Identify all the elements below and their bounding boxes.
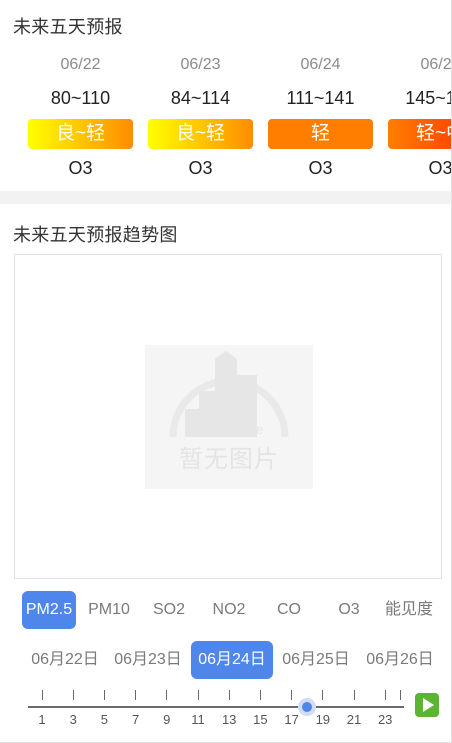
timeline-tick bbox=[353, 690, 355, 700]
timeline-hour-label: 7 bbox=[131, 712, 140, 727]
timeline-hour-label: 9 bbox=[163, 712, 171, 727]
forecast-level-badge: 轻 bbox=[268, 119, 373, 149]
forecast-aqi-range: 145~175 bbox=[405, 88, 451, 108]
trend-chart-area: No Picture 暂无图片 bbox=[14, 254, 442, 579]
forecast-primary-pollutant: O3 bbox=[308, 158, 333, 178]
tab-pm25[interactable]: PM2.5 bbox=[22, 591, 76, 629]
timeline-hour-label: 19 bbox=[315, 712, 331, 727]
play-icon bbox=[423, 698, 434, 712]
hour-timeline[interactable]: 1 3 5 7 9 11 13 15 17 19 21 23 bbox=[0, 690, 452, 740]
date-tab-0622[interactable]: 06月22日 bbox=[26, 641, 104, 679]
forecast-date: 06/25 bbox=[420, 56, 451, 73]
timeline-hour-label: 17 bbox=[284, 712, 299, 727]
tab-no2[interactable]: NO2 bbox=[202, 591, 256, 629]
forecast-strip: 06/22 80~110 良~轻 O3 06/23 84~114 良~轻 O3 … bbox=[0, 52, 451, 182]
tab-visibility[interactable]: 能见度 bbox=[380, 591, 438, 629]
timeline-tick bbox=[400, 690, 402, 700]
forecast-level-badge: 良~轻 bbox=[28, 119, 133, 149]
timeline-tick bbox=[228, 690, 230, 700]
no-picture-label-cn: 暂无图片 bbox=[179, 446, 279, 473]
timeline-hour-label: 15 bbox=[253, 712, 268, 727]
timeline-tick bbox=[322, 690, 324, 700]
forecast-date: 06/24 bbox=[300, 56, 341, 73]
timeline-tick bbox=[291, 690, 293, 700]
timeline-tick bbox=[259, 690, 261, 700]
timeline-tick bbox=[384, 690, 386, 700]
forecast-level-badge: 良~轻 bbox=[148, 119, 253, 149]
timeline-hour-label: 21 bbox=[346, 712, 362, 727]
forecast-aqi-range: 111~141 bbox=[286, 88, 355, 108]
tab-pm10[interactable]: PM10 bbox=[82, 591, 136, 629]
timeline-tick bbox=[197, 690, 199, 700]
play-button[interactable] bbox=[415, 693, 439, 717]
timeline-hour-label: 23 bbox=[377, 712, 393, 727]
timeline-tick bbox=[166, 690, 168, 700]
tab-o3[interactable]: O3 bbox=[322, 591, 376, 629]
forecast-aqi-range: 80~110 bbox=[50, 88, 111, 108]
forecast-primary-pollutant: O3 bbox=[188, 158, 213, 178]
timeline-hour-label: 11 bbox=[191, 712, 205, 727]
forecast-primary-pollutant: O3 bbox=[428, 158, 451, 178]
timeline-tick bbox=[103, 690, 105, 700]
date-tab-0623[interactable]: 06月23日 bbox=[109, 641, 187, 679]
no-picture-label-en: No Picture bbox=[193, 421, 265, 437]
forecast-primary-pollutant: O3 bbox=[68, 158, 93, 178]
tab-co[interactable]: CO bbox=[262, 591, 316, 629]
timeline-hour-label: 5 bbox=[100, 712, 108, 727]
timeline-hour-label: 13 bbox=[221, 712, 237, 727]
timeline-tick bbox=[41, 690, 43, 700]
timeline-tick bbox=[135, 690, 137, 700]
timeline-hour-label: 3 bbox=[69, 712, 77, 727]
forecast-date: 06/23 bbox=[180, 56, 221, 73]
forecast-aqi-range: 84~114 bbox=[170, 88, 231, 108]
date-tab-0624[interactable]: 06月24日 bbox=[191, 641, 273, 679]
timeline-hour-label: 1 bbox=[38, 712, 46, 727]
section-divider bbox=[0, 191, 451, 204]
tab-so2[interactable]: SO2 bbox=[142, 591, 196, 629]
date-tab-0625[interactable]: 06月25日 bbox=[277, 641, 355, 679]
forecast-date: 06/22 bbox=[60, 56, 101, 73]
forecast-level-badge: 轻~中 bbox=[388, 119, 451, 149]
date-tab-0626[interactable]: 06月26日 bbox=[361, 641, 439, 679]
trend-title: 未来五天预报趋势图 bbox=[13, 225, 178, 245]
no-picture-placeholder: No Picture 暂无图片 bbox=[145, 345, 313, 489]
timeline-track[interactable] bbox=[28, 706, 404, 708]
timeline-tick bbox=[72, 690, 74, 700]
forecast-title: 未来五天预报 bbox=[13, 17, 123, 37]
